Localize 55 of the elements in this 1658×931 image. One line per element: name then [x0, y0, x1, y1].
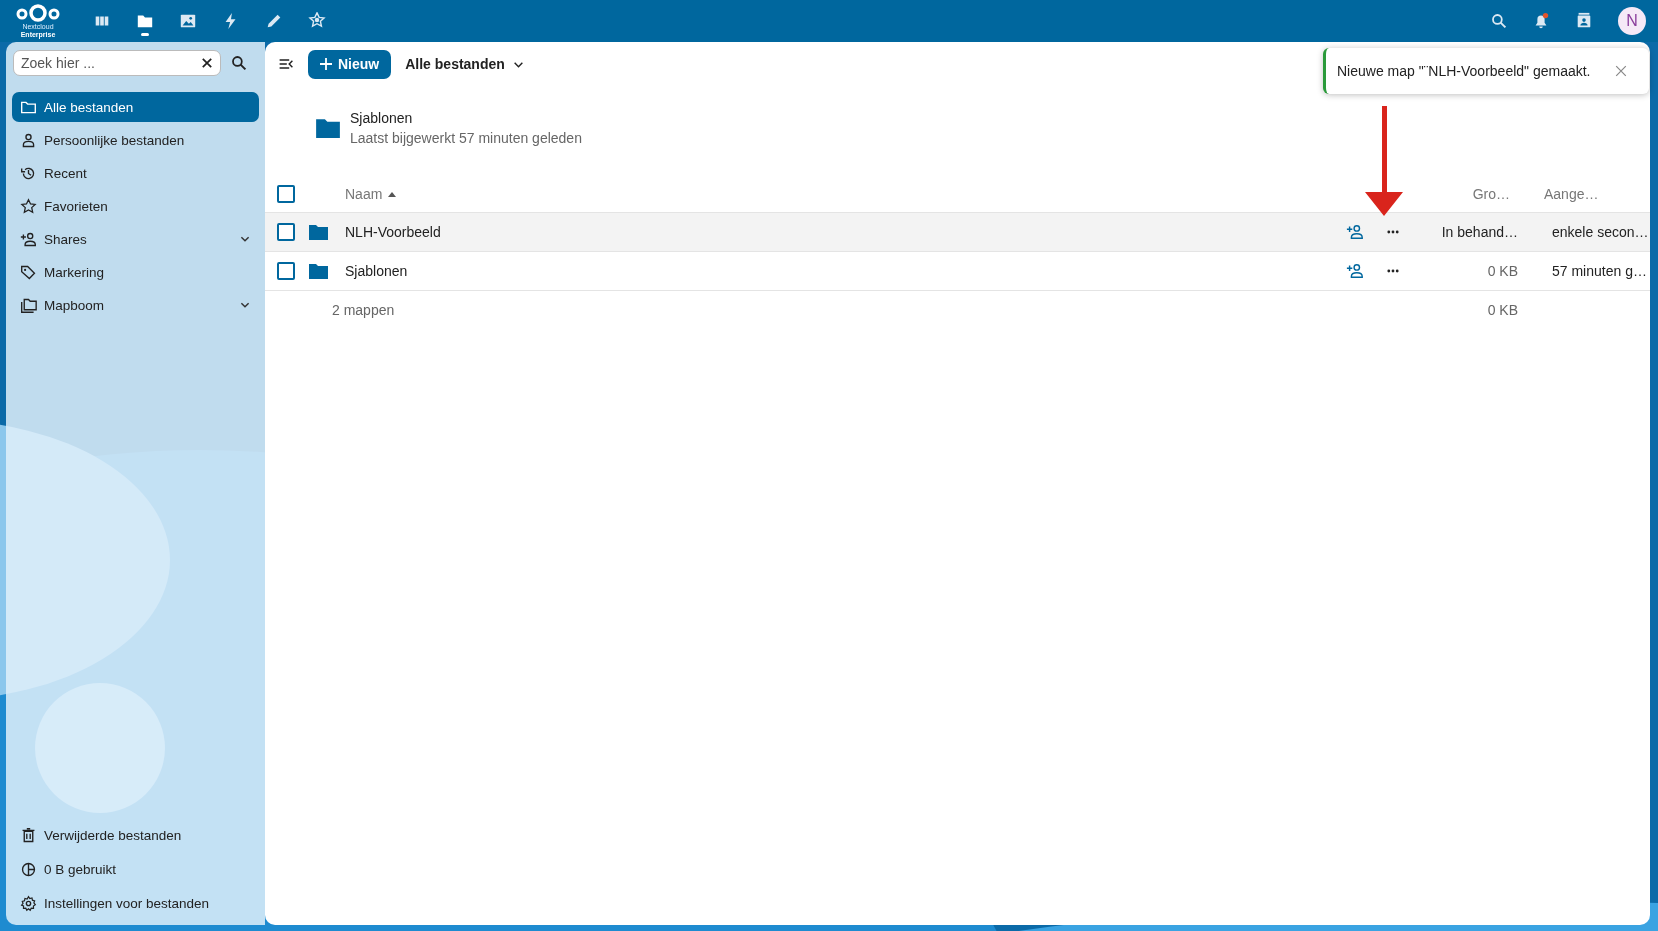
- image-icon: [179, 12, 197, 30]
- close-icon[interactable]: [200, 56, 214, 70]
- table-cell-text: 57 minuten g…: [1551, 263, 1648, 279]
- column-header[interactable]: Gro…: [1420, 186, 1530, 202]
- table-cell-text: 0 KB: [1486, 263, 1519, 279]
- pencil-icon: [265, 12, 283, 30]
- star-icon: [308, 12, 326, 30]
- file-name[interactable]: Sjablonen: [345, 263, 1346, 279]
- search-icon[interactable]: [231, 55, 247, 71]
- nav-item[interactable]: Recent: [12, 158, 259, 188]
- checkbox[interactable]: [277, 262, 295, 280]
- search-field[interactable]: Zoek hier ...: [13, 50, 221, 76]
- table-cell-text: In behand…: [1440, 224, 1519, 240]
- table-cell-text: enkele secon…: [1551, 224, 1650, 240]
- logo[interactable]: [15, 3, 61, 25]
- sort-up-icon[interactable]: [388, 191, 397, 197]
- settings-icon: [20, 894, 37, 912]
- folder-icon: [309, 224, 328, 240]
- nav-item[interactable]: Instellingen voor bestanden: [44, 895, 210, 911]
- folder-icon[interactable]: [316, 118, 340, 138]
- column-header[interactable]: Naam: [345, 186, 383, 202]
- nav-item[interactable]: 0 B gebruikt: [44, 861, 117, 877]
- breadcrumb[interactable]: Alle bestanden: [405, 56, 524, 72]
- trash-icon: [20, 826, 37, 844]
- star-icon: [20, 197, 37, 215]
- new-button[interactable]: Nieuw: [308, 49, 392, 79]
- folder-name[interactable]: Sjablonen: [350, 110, 582, 126]
- folder-subtitle: Laatst bijgewerkt 57 minuten geleden: [350, 130, 582, 146]
- add-person-icon[interactable]: [1346, 262, 1364, 280]
- nav-item[interactable]: Alle bestanden: [12, 92, 259, 122]
- folders-icon: [20, 296, 37, 314]
- notification-text: Nieuwe map "¨NLH-Voorbeeld" gemaakt.: [1337, 63, 1591, 79]
- add-person-icon: [20, 230, 37, 248]
- avatar[interactable]: N: [1618, 7, 1646, 35]
- sidebar-toggle-icon[interactable]: [278, 56, 294, 72]
- checkbox[interactable]: [277, 223, 295, 241]
- person-icon: [20, 131, 37, 149]
- total-size: 0 KB: [1486, 302, 1519, 318]
- column-header[interactable]: Aange…: [1530, 186, 1650, 202]
- nav-item[interactable]: Markering: [12, 257, 259, 287]
- checkbox[interactable]: [277, 185, 295, 203]
- file-name[interactable]: NLH-Voorbeeld: [345, 224, 1346, 240]
- nav-item[interactable]: Shares: [12, 224, 259, 254]
- search-icon[interactable]: [1491, 13, 1507, 29]
- folder-count: 2 mappen: [332, 302, 396, 318]
- pie-icon: [20, 860, 37, 878]
- nav-item[interactable]: Mapboom: [12, 290, 259, 320]
- nav-item[interactable]: Persoonlijke bestanden: [12, 125, 259, 155]
- nav-item[interactable]: Verwijderde bestanden: [44, 827, 182, 843]
- add-person-icon[interactable]: [1346, 223, 1364, 241]
- nav-item[interactable]: Favorieten: [12, 191, 259, 221]
- tag-icon: [20, 263, 37, 281]
- folder-icon: [309, 263, 328, 279]
- contacts-icon[interactable]: [1575, 12, 1593, 30]
- plus-icon: [320, 58, 332, 70]
